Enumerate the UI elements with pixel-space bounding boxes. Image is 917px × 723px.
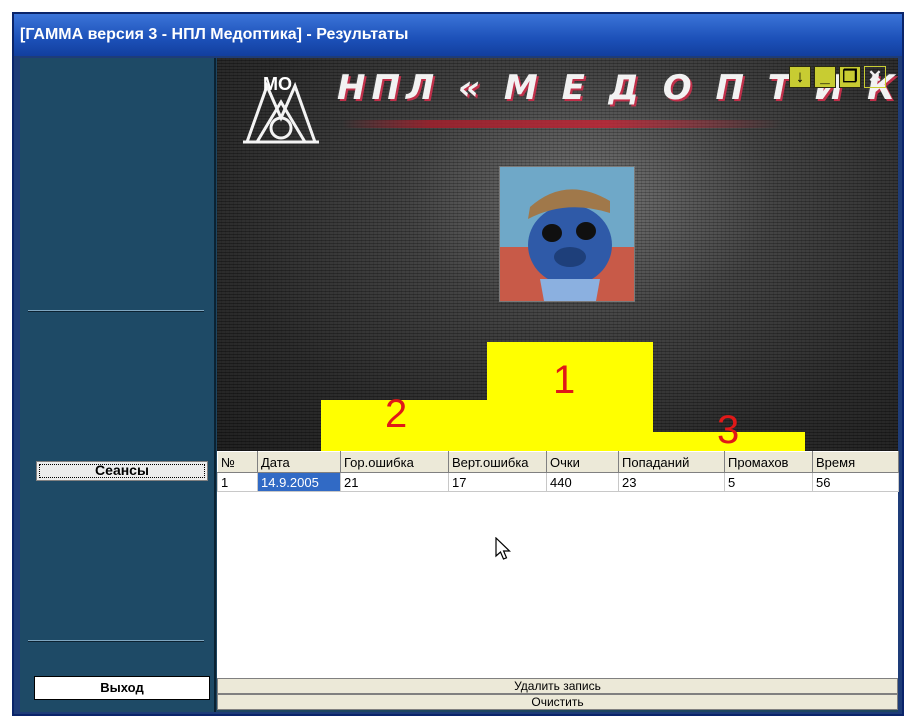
column-header[interactable]: Время [812,451,899,473]
clear-button[interactable]: Очистить [217,694,898,710]
column-header[interactable]: Промахов [724,451,813,473]
download-icon[interactable]: ↓ [789,66,811,88]
brand-underline [342,120,782,128]
delete-record-button[interactable]: Удалить запись [217,678,898,694]
table-cell[interactable]: 21 [340,472,449,492]
place-second-label: 2 [385,392,408,436]
column-header[interactable]: Верт.ошибка [448,451,547,473]
place-third-label: 3 [717,408,740,451]
sidebar-divider [28,310,204,312]
window-title: [ГАММА версия 3 - НПЛ Медоптика] - Резул… [14,14,902,56]
logo-letters: МО [263,74,292,94]
table-cell[interactable]: 440 [546,472,619,492]
table-cell[interactable]: 5 [724,472,813,492]
table-cell[interactable]: 23 [618,472,725,492]
sessions-button[interactable]: Сеансы [36,461,208,481]
sidebar: Сеансы Выход [20,58,216,712]
column-header[interactable]: Дата [257,451,341,473]
column-header[interactable]: Очки [546,451,619,473]
table-row[interactable]: 1 14.9.2005 21 17 440 23 5 56 [217,472,899,492]
mouse-pointer-icon [495,537,511,560]
column-header[interactable]: Попаданий [618,451,725,473]
column-header[interactable]: № [217,451,258,473]
app-window: [ГАММА версия 3 - НПЛ Медоптика] - Резул… [12,12,904,716]
client-area: Сеансы Выход МО НПЛ « М Е Д О П Т И К А … [20,58,899,712]
table-cell[interactable]: 56 [812,472,899,492]
winner-avatar [499,166,635,302]
place-first-label: 1 [553,358,576,402]
results-table: № Дата Гор.ошибка Верт.ошибка Очки Попад… [217,451,899,492]
sidebar-divider [28,640,204,642]
minimize-icon[interactable]: _ [814,66,836,88]
close-icon[interactable]: ✕ [864,66,886,88]
exit-button[interactable]: Выход [34,676,210,700]
table-cell[interactable]: 1 [217,472,258,492]
table-cell[interactable]: 17 [448,472,547,492]
medoptika-logo-icon: МО [243,74,319,144]
table-header-row: № Дата Гор.ошибка Верт.ошибка Очки Попад… [217,451,899,473]
table-cell-selected[interactable]: 14.9.2005 [257,472,341,492]
column-header[interactable]: Гор.ошибка [340,451,449,473]
results-display: МО НПЛ « М Е Д О П Т И К А » ↓ _ ❐ ✕ 1 [217,58,898,451]
restore-icon[interactable]: ❐ [839,66,861,88]
results-table-area: № Дата Гор.ошибка Верт.ошибка Очки Попад… [217,451,899,680]
